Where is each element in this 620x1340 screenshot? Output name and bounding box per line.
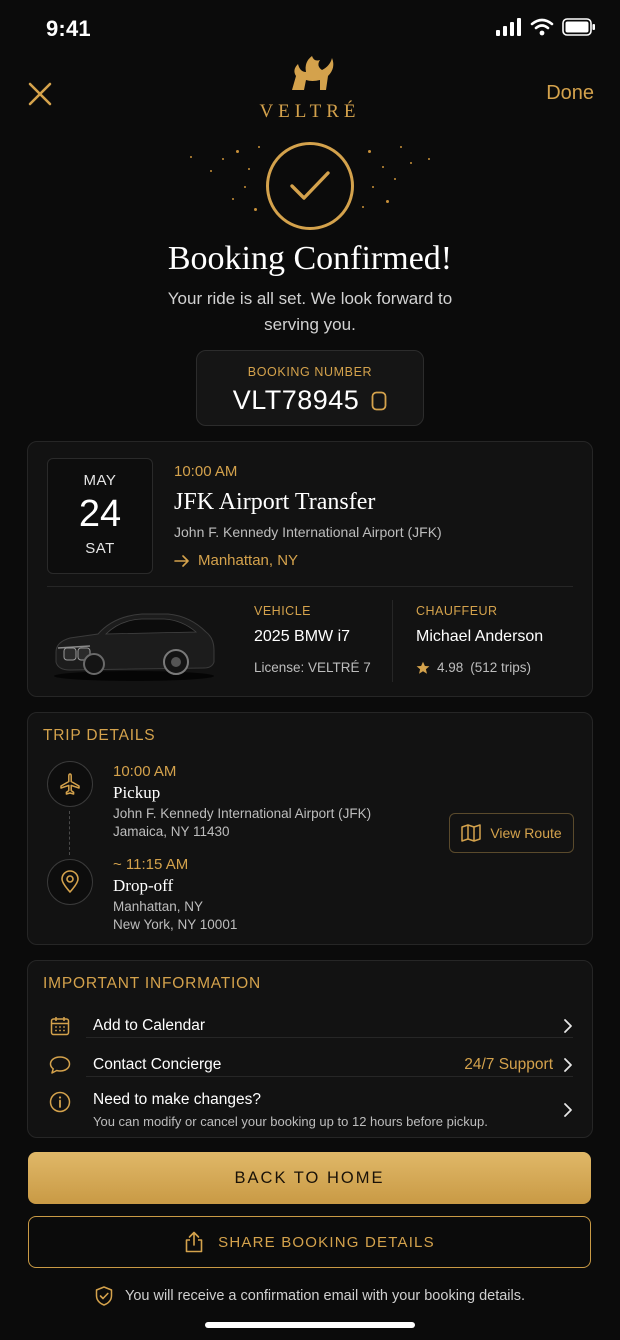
ride-title: JFK Airport Transfer — [174, 489, 376, 515]
chat-bubble-icon — [49, 1056, 71, 1074]
home-indicator[interactable] — [205, 1322, 415, 1328]
status-icons — [496, 18, 596, 36]
booking-number-label: BOOKING NUMBER — [247, 365, 373, 379]
checkmark-icon — [290, 171, 330, 200]
share-icon — [185, 1231, 203, 1253]
trip-details-card: TRIP DETAILS 10:00 AM Pickup John F. Ken… — [27, 712, 593, 945]
make-changes-row[interactable]: Need to make changes? You can modify or … — [43, 1085, 573, 1135]
date-day: 24 — [78, 493, 122, 535]
dropoff-node — [47, 859, 93, 905]
pickup-time: 10:00 AM — [113, 763, 177, 780]
share-booking-button[interactable]: SHARE BOOKING DETAILS — [28, 1216, 591, 1268]
trip-details-heading: TRIP DETAILS — [43, 727, 156, 744]
chevron-right-icon — [564, 1019, 572, 1033]
ride-origin: John F. Kennedy International Airport (J… — [174, 524, 442, 540]
pickup-label: Pickup — [113, 783, 161, 802]
confirmation-email-text: You will receive a confirmation email wi… — [124, 1288, 526, 1304]
cellular-signal-icon — [496, 18, 521, 36]
ride-destination-text: Manhattan, NY — [198, 552, 299, 569]
dropoff-address-line1: Manhattan, NY — [113, 899, 204, 914]
booking-number-box: BOOKING NUMBER VLT78945 — [196, 350, 424, 426]
add-to-calendar-label: Add to Calendar — [93, 1017, 206, 1034]
shield-check-icon — [95, 1286, 113, 1306]
vehicle-model: 2025 BMW i7 — [254, 628, 351, 645]
map-icon — [461, 824, 482, 842]
star-icon — [416, 661, 430, 674]
divider — [392, 600, 393, 682]
vehicle-info: VEHICLE 2025 BMW i7 License: VELTRÉ 7 — [254, 604, 371, 675]
divider — [86, 1037, 573, 1038]
date-badge: MAY 24 SAT — [47, 458, 153, 574]
pickup-address-line1: John F. Kennedy International Airport (J… — [113, 806, 372, 821]
rating-value: 4.98 — [437, 660, 464, 675]
pickup-node — [47, 761, 93, 807]
griffin-logo-icon — [292, 56, 334, 90]
car-image — [54, 613, 215, 681]
pickup-stop: 10:00 AM Pickup John F. Kennedy Internat… — [113, 763, 371, 839]
calendar-icon — [50, 1017, 70, 1036]
share-booking-label: SHARE BOOKING DETAILS — [218, 1233, 435, 1251]
ride-destination: Manhattan, NY — [174, 552, 298, 569]
page-title: Booking Confirmed! — [167, 240, 453, 277]
vehicle-label: VEHICLE — [254, 604, 311, 618]
info-icon — [49, 1091, 71, 1113]
back-to-home-button[interactable]: BACK TO HOME — [28, 1152, 591, 1204]
view-route-label: View Route — [490, 825, 562, 841]
route-connector — [69, 811, 70, 855]
chauffeur-rating: 4.98 (512 trips) — [416, 660, 543, 675]
view-route-button[interactable]: View Route — [449, 813, 574, 853]
divider — [47, 586, 573, 587]
back-to-home-label: BACK TO HOME — [234, 1168, 385, 1187]
make-changes-description: You can modify or cancel your booking up… — [93, 1114, 488, 1129]
brand-name: VELTRÉ — [259, 101, 361, 122]
dropoff-time: ~ 11:15 AM — [113, 856, 189, 873]
support-hours-label: 24/7 Support — [464, 1056, 553, 1073]
chauffeur-label: CHAUFFEUR — [416, 604, 498, 618]
date-month: MAY — [83, 472, 117, 489]
battery-icon — [562, 18, 595, 36]
wifi-icon — [530, 18, 554, 36]
page-subtitle: Your ride is all set. We look forward to… — [167, 289, 453, 334]
airplane-icon — [60, 773, 80, 795]
vehicle-license: License: VELTRÉ 7 — [254, 660, 371, 675]
dropoff-stop: ~ 11:15 AM Drop-off Manhattan, NY New Yo… — [113, 856, 237, 932]
copy-icon[interactable] — [371, 391, 387, 411]
add-to-calendar-row[interactable]: Add to Calendar — [43, 1007, 573, 1045]
trip-count: (512 trips) — [470, 660, 532, 675]
chauffeur-info: CHAUFFEUR Michael Anderson 4.98 (512 tri… — [416, 604, 543, 675]
pickup-address-line2: Jamaica, NY 11430 — [113, 824, 230, 839]
booking-number-value: VLT78945 — [232, 385, 360, 415]
divider — [86, 1076, 573, 1077]
date-weekday: SAT — [85, 540, 115, 557]
chauffeur-name: Michael Anderson — [416, 628, 544, 645]
ride-summary-card: MAY 24 SAT 10:00 AM JFK Airport Transfer… — [27, 441, 593, 697]
arrow-right-icon — [174, 554, 189, 567]
contact-concierge-label: Contact Concierge — [93, 1056, 222, 1073]
contact-concierge-row[interactable]: Contact Concierge 24/7 Support — [43, 1046, 573, 1084]
important-info-heading: IMPORTANT INFORMATION — [43, 975, 262, 992]
make-changes-label: Need to make changes? — [93, 1091, 262, 1108]
chevron-right-icon — [564, 1103, 572, 1117]
chevron-right-icon — [564, 1058, 572, 1072]
ride-time: 10:00 AM — [174, 463, 238, 480]
location-pin-icon — [61, 870, 79, 893]
dropoff-address-line2: New York, NY 10001 — [113, 917, 238, 932]
success-check-badge — [266, 142, 354, 230]
confirmation-email-note: You will receive a confirmation email wi… — [0, 1286, 620, 1306]
dropoff-label: Drop-off — [113, 876, 174, 895]
brand-logo: VELTRÉ — [0, 52, 620, 123]
important-info-card: IMPORTANT INFORMATION Add to Calendar Co… — [27, 960, 593, 1138]
status-time: 9:41 — [46, 16, 91, 41]
done-button[interactable]: Done — [546, 82, 594, 105]
